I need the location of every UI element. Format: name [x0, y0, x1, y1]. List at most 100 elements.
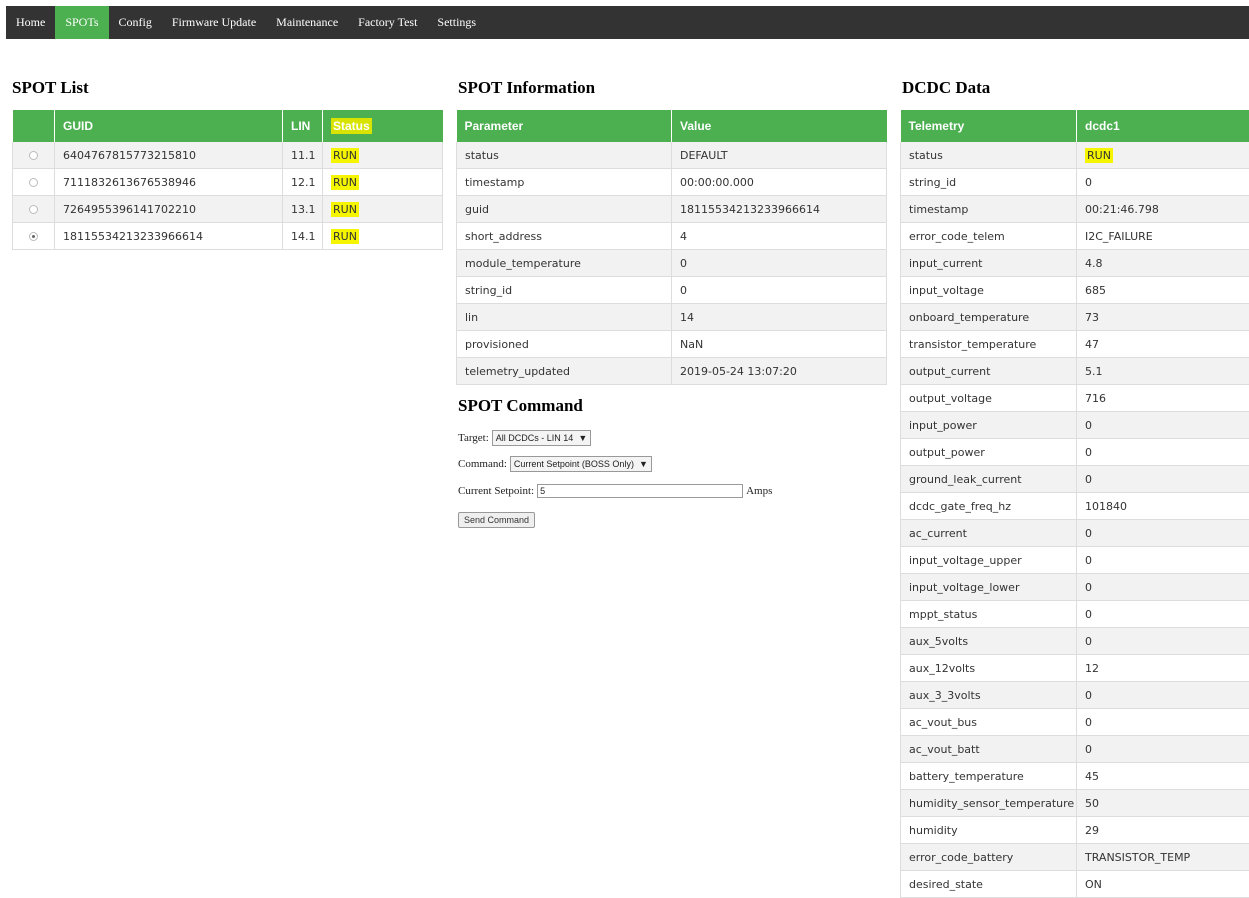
- spot-lin: 13.1: [283, 196, 323, 223]
- spot-guid: 6404767815773215810: [55, 142, 283, 169]
- dcdc-param: onboard_temperature: [901, 304, 1077, 331]
- dcdc-value-cell: 00:21:46.798: [1077, 196, 1249, 223]
- dcdc-param: aux_5volts: [901, 628, 1077, 655]
- spot-info-param: guid: [457, 196, 672, 223]
- dcdc-row: battery_temperature45: [901, 763, 1249, 790]
- spot-row[interactable]: 18115534213233966614 14.1 RUN: [13, 223, 443, 250]
- dcdc-param: battery_temperature: [901, 763, 1077, 790]
- dcdc-value-cell: 47: [1077, 331, 1249, 358]
- dcdc-row: aux_3_3volts0: [901, 682, 1249, 709]
- dcdc-value-cell: 0: [1077, 412, 1249, 439]
- dcdc-param: input_voltage: [901, 277, 1077, 304]
- spot-select-cell[interactable]: [13, 142, 55, 169]
- dcdc-row: aux_5volts0: [901, 628, 1249, 655]
- dcdc-param: string_id: [901, 169, 1077, 196]
- dcdc-value-cell: 0: [1077, 520, 1249, 547]
- spot-info-header-row: Parameter Value: [457, 110, 887, 142]
- spot-list-header-select: [13, 110, 55, 142]
- dcdc-value-cell: 0: [1077, 169, 1249, 196]
- dcdc-row: output_voltage716: [901, 385, 1249, 412]
- spot-info-value: 2019-05-24 13:07:20: [672, 358, 887, 385]
- dcdc-row: humidity_sensor_temperature50: [901, 790, 1249, 817]
- spot-row[interactable]: 7111832613676538946 12.1 RUN: [13, 169, 443, 196]
- spot-info-value: NaN: [672, 331, 887, 358]
- spot-lin: 14.1: [283, 223, 323, 250]
- status-header-label: Status: [331, 118, 372, 134]
- target-select-value: All DCDCs - LIN 14: [496, 433, 574, 443]
- dcdc-row: input_voltage_lower0: [901, 574, 1249, 601]
- spot-list-header-lin[interactable]: LIN: [283, 110, 323, 142]
- spot-status: RUN: [331, 229, 359, 244]
- dcdc-param: output_voltage: [901, 385, 1077, 412]
- spot-list-header-guid[interactable]: GUID: [55, 110, 283, 142]
- nav-maintenance[interactable]: Maintenance: [266, 6, 348, 39]
- spot-info-value: DEFAULT: [672, 142, 887, 169]
- dcdc-header-telemetry: Telemetry: [901, 110, 1077, 142]
- spot-info-row: timestamp00:00:00.000: [457, 169, 887, 196]
- spot-info-header-parameter: Parameter: [457, 110, 672, 142]
- dcdc-param: ac_current: [901, 520, 1077, 547]
- spot-info-value: 18115534213233966614: [672, 196, 887, 223]
- nav-spots[interactable]: SPOTs: [55, 6, 108, 39]
- target-row: Target: All DCDCs - LIN 14 ▼: [458, 430, 591, 446]
- spot-status-cell: RUN: [323, 142, 443, 169]
- command-select[interactable]: Current Setpoint (BOSS Only) ▼: [510, 456, 652, 472]
- dcdc-value: RUN: [1085, 148, 1113, 163]
- spot-list-header-status[interactable]: Status: [323, 110, 443, 142]
- dcdc-row: input_voltage_upper0: [901, 547, 1249, 574]
- dcdc-row: ac_vout_batt0: [901, 736, 1249, 763]
- dcdc-value-cell: 0: [1077, 574, 1249, 601]
- send-command-button[interactable]: Send Command: [458, 512, 535, 528]
- dcdc-param: ac_vout_batt: [901, 736, 1077, 763]
- dcdc-value-cell: 0: [1077, 628, 1249, 655]
- nav-config[interactable]: Config: [109, 6, 162, 39]
- dcdc-table: Telemetry dcdc1 statusRUNstring_id0times…: [900, 110, 1249, 898]
- spot-info-row: provisionedNaN: [457, 331, 887, 358]
- spot-info-row: guid18115534213233966614: [457, 196, 887, 223]
- dcdc-header-row: Telemetry dcdc1: [901, 110, 1249, 142]
- spot-row[interactable]: 7264955396141702210 13.1 RUN: [13, 196, 443, 223]
- dcdc-value-cell: ON: [1077, 871, 1249, 898]
- spot-info-value: 4: [672, 223, 887, 250]
- dcdc-value-cell: 50: [1077, 790, 1249, 817]
- spot-info-row: lin14: [457, 304, 887, 331]
- dcdc-row: ground_leak_current0: [901, 466, 1249, 493]
- target-select[interactable]: All DCDCs - LIN 14 ▼: [492, 430, 591, 446]
- dcdc-row: status RUN: [901, 142, 1249, 169]
- dcdc-row: string_id0: [901, 169, 1249, 196]
- dcdc-param: aux_12volts: [901, 655, 1077, 682]
- spot-status-cell: RUN: [323, 223, 443, 250]
- dcdc-row: humidity29: [901, 817, 1249, 844]
- dcdc-value-cell: 0: [1077, 682, 1249, 709]
- spot-radio[interactable]: [29, 205, 38, 214]
- dcdc-row: timestamp00:21:46.798: [901, 196, 1249, 223]
- setpoint-input[interactable]: 5: [537, 484, 743, 498]
- dcdc-row: transistor_temperature47: [901, 331, 1249, 358]
- spot-select-cell[interactable]: [13, 169, 55, 196]
- dcdc-param: status: [901, 142, 1077, 169]
- dcdc-row: output_current5.1: [901, 358, 1249, 385]
- setpoint-row: Current Setpoint: 5 Amps: [458, 484, 772, 498]
- dcdc-value-cell: I2C_FAILURE: [1077, 223, 1249, 250]
- spot-radio-selected[interactable]: [29, 232, 38, 241]
- dcdc-row: input_current4.8: [901, 250, 1249, 277]
- spot-info-header-value: Value: [672, 110, 887, 142]
- spot-radio[interactable]: [29, 151, 38, 160]
- dcdc-value-cell: RUN: [1077, 142, 1249, 169]
- spot-status-cell: RUN: [323, 169, 443, 196]
- nav-home[interactable]: Home: [6, 6, 55, 39]
- spot-info-value: 0: [672, 277, 887, 304]
- spot-select-cell[interactable]: [13, 223, 55, 250]
- nav-factory-test[interactable]: Factory Test: [348, 6, 427, 39]
- nav-settings[interactable]: Settings: [427, 6, 486, 39]
- dcdc-title: DCDC Data: [902, 78, 990, 98]
- dcdc-row: desired_stateON: [901, 871, 1249, 898]
- spot-info-table: Parameter Value statusDEFAULT timestamp0…: [456, 110, 887, 385]
- spot-row[interactable]: 6404767815773215810 11.1 RUN: [13, 142, 443, 169]
- dcdc-param: aux_3_3volts: [901, 682, 1077, 709]
- nav-firmware-update[interactable]: Firmware Update: [162, 6, 266, 39]
- spot-select-cell[interactable]: [13, 196, 55, 223]
- spot-radio[interactable]: [29, 178, 38, 187]
- dcdc-param: ac_vout_bus: [901, 709, 1077, 736]
- setpoint-label: Current Setpoint:: [458, 485, 534, 497]
